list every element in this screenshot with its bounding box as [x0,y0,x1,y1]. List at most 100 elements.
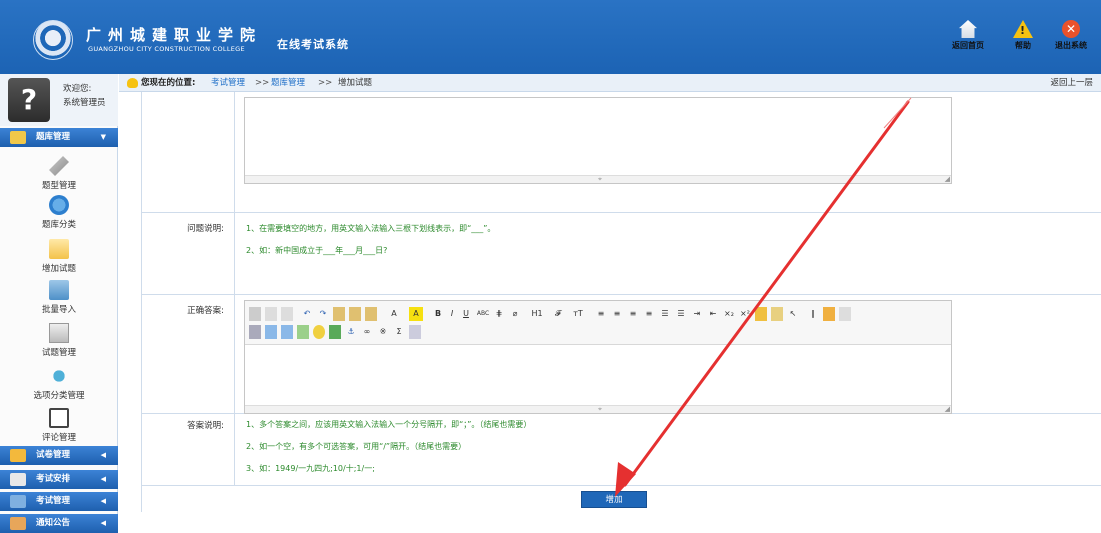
resize-grip-icon[interactable]: ◢ [945,405,950,413]
sidebar-item-option-categories[interactable]: 选项分类管理 [0,366,118,401]
exit-button[interactable]: ✕ 退出系统 [1049,20,1093,51]
font-size-icon[interactable]: тT [571,307,585,321]
resize-grip-icon[interactable]: ◢ [945,175,950,183]
breadcrumb-link-question-bank[interactable]: 题库管理 [271,74,305,92]
paste-icon[interactable] [333,307,345,321]
sidebar-item-batch-import[interactable]: 批量导入 [0,280,118,315]
sidebar: ? 欢迎您: 系统管理员 题库管理 ▼ 题型管理 题库分类 增加试题 批量导入 … [0,74,118,533]
code-icon[interactable] [297,325,309,339]
search-replace-icon[interactable] [839,307,851,321]
breadcrumb-current: 增加试题 [338,78,373,88]
ordered-list-icon[interactable]: ☰ [659,307,671,321]
eraser-icon[interactable]: ⌀ [509,307,521,321]
username: 系统管理员 [63,98,106,108]
editor-resize-bar[interactable]: ⌖ [245,175,951,183]
emoticon-icon[interactable] [313,325,325,339]
question-note-label: 问题说明: [142,213,235,294]
paste-word-icon[interactable] [365,307,377,321]
sidebar-item-comments[interactable]: 评论管理 [0,408,118,443]
home-icon [959,20,977,38]
redo-icon[interactable]: ↷ [317,307,329,321]
paste-text-icon[interactable] [349,307,361,321]
help-label: 帮助 [1015,41,1031,50]
undo-icon[interactable]: ↶ [301,307,313,321]
answer-note-line: 1、多个答案之间，应该用英文输入法输入一个分号隔开，即“；”。（结尾也需要） [246,420,532,429]
table-icon[interactable]: ⋕ [493,307,505,321]
align-right-icon[interactable]: ≡ [627,307,639,321]
outdent-icon[interactable]: ⇤ [707,307,719,321]
map-icon[interactable] [329,325,341,339]
document-icon [49,323,69,343]
school-name-en: GUANGZHOU CITY CONSTRUCTION COLLEGE [88,45,245,53]
flash-icon[interactable] [249,325,261,339]
strikethrough-icon[interactable]: ABC [475,307,491,321]
sidebar-item-categories[interactable]: 题库分类 [0,195,118,230]
answer-editor[interactable]: ↶ ↷ A A B I U ABC ⋕ ⌀ H1 𝓕 тT ≡ ≡ ≡ ≡ ☰ … [244,300,952,414]
menu-schedule[interactable]: 考试安排 ◀ [0,470,118,489]
editor-resize-bar[interactable]: ⌖ [245,405,951,413]
menu-papers[interactable]: 试卷管理 ◀ [0,446,118,465]
editor-toolbar: ↶ ↷ A A B I U ABC ⋕ ⌀ H1 𝓕 тT ≡ ≡ ≡ ≡ ☰ … [245,301,951,345]
subscript-icon[interactable]: ×₂ [723,307,735,321]
format-painter-icon[interactable] [771,307,783,321]
answer-note-line: 3、如：1949/一九四九;10/十;1/一; [246,464,375,473]
pencil-icon [10,131,26,144]
video-icon[interactable] [265,325,277,339]
header: 广州城建职业学院 GUANGZHOU CITY CONSTRUCTION COL… [0,0,1101,74]
menu-notices[interactable]: 通知公告 ◀ [0,514,118,533]
question-editor[interactable]: ⌖ ◢ [244,97,952,184]
sidebar-item-question-types[interactable]: 题型管理 [0,156,118,191]
hourglass-icon [49,280,69,300]
back-link[interactable]: 返回上一层 [1050,74,1093,92]
school-name: 广州城建职业学院 [86,26,263,44]
link-icon[interactable]: ∞ [361,325,373,339]
layout-icon[interactable] [281,325,293,339]
system-title: 在线考试系统 [277,38,349,51]
align-center-icon[interactable]: ≡ [611,307,623,321]
highlight-icon[interactable]: A [409,307,423,321]
unordered-list-icon[interactable]: ☰ [675,307,687,321]
question-content-row: ⌖ ◢ [142,92,1101,213]
answer-note-label: 答案说明: [142,414,235,485]
chevron-left-icon: ◀ [100,475,106,483]
users-icon [127,78,138,88]
unlink-icon[interactable]: ※ [377,325,389,339]
align-left-icon[interactable]: ≡ [595,307,607,321]
menu-question-bank[interactable]: 题库管理 ▼ [0,128,118,147]
italic-icon[interactable]: I [447,307,457,321]
help-button[interactable]: ! 帮助 [1001,20,1045,51]
attachment-icon[interactable]: ∥ [807,307,819,321]
superscript-icon[interactable]: ×² [739,307,751,321]
menu-exams[interactable]: 考试管理 ◀ [0,492,118,511]
brush-icon[interactable] [755,307,767,321]
question-note-line: 1、在需要填空的地方，用英文输入法输入三根下划线表示，即“___”。 [246,224,496,233]
template-icon[interactable] [281,307,293,321]
sidebar-item-question-mgmt[interactable]: 试题管理 [0,323,118,358]
add-question-form: ⌖ ◢ 问题说明: 1、在需要填空的地方，用英文输入法输入三根下划线表示，即“_… [141,92,1101,512]
answer-note-row: 答案说明: 1、多个答案之间，应该用英文输入法输入一个分号隔开，即“；”。（结尾… [142,414,1101,486]
bold-icon[interactable]: B [433,307,443,321]
breadcrumb-link-exam-mgmt[interactable]: 考试管理 [211,74,245,92]
font-color-icon[interactable]: A [387,307,401,321]
pointer-icon[interactable]: ↖ [787,307,799,321]
sidebar-item-add-question[interactable]: 增加试题 [0,239,118,274]
book-icon [10,473,26,486]
heading-icon[interactable]: H1 [529,307,545,321]
preview-icon[interactable] [265,307,277,321]
indent-icon[interactable]: ⇥ [691,307,703,321]
home-button[interactable]: 返回首页 [946,20,990,51]
anchor-icon[interactable]: ⚓ [345,325,357,339]
welcome-text: 欢迎您: [63,84,92,94]
underline-icon[interactable]: U [461,307,471,321]
fullscreen-icon[interactable] [409,325,421,339]
font-family-icon[interactable]: 𝓕 [551,307,565,321]
insert-image-icon[interactable] [823,307,835,321]
butterfly-icon [49,366,69,386]
breadcrumb: 您现在的位置: 考试管理 >> 题库管理 >> 增加试题 返回上一层 [119,74,1101,92]
add-button[interactable]: 增加 [581,491,647,508]
align-justify-icon[interactable]: ≡ [643,307,655,321]
formula-icon[interactable]: Σ [393,325,405,339]
source-icon[interactable] [249,307,261,321]
toolbar-row-1: ↶ ↷ A A B I U ABC ⋕ ⌀ H1 𝓕 тT ≡ ≡ ≡ ≡ ☰ … [249,307,939,321]
answer-row: 正确答案: ↶ ↷ A A B I U ABC ⋕ ⌀ H1 𝓕 тT ≡ ≡ … [142,295,1101,414]
